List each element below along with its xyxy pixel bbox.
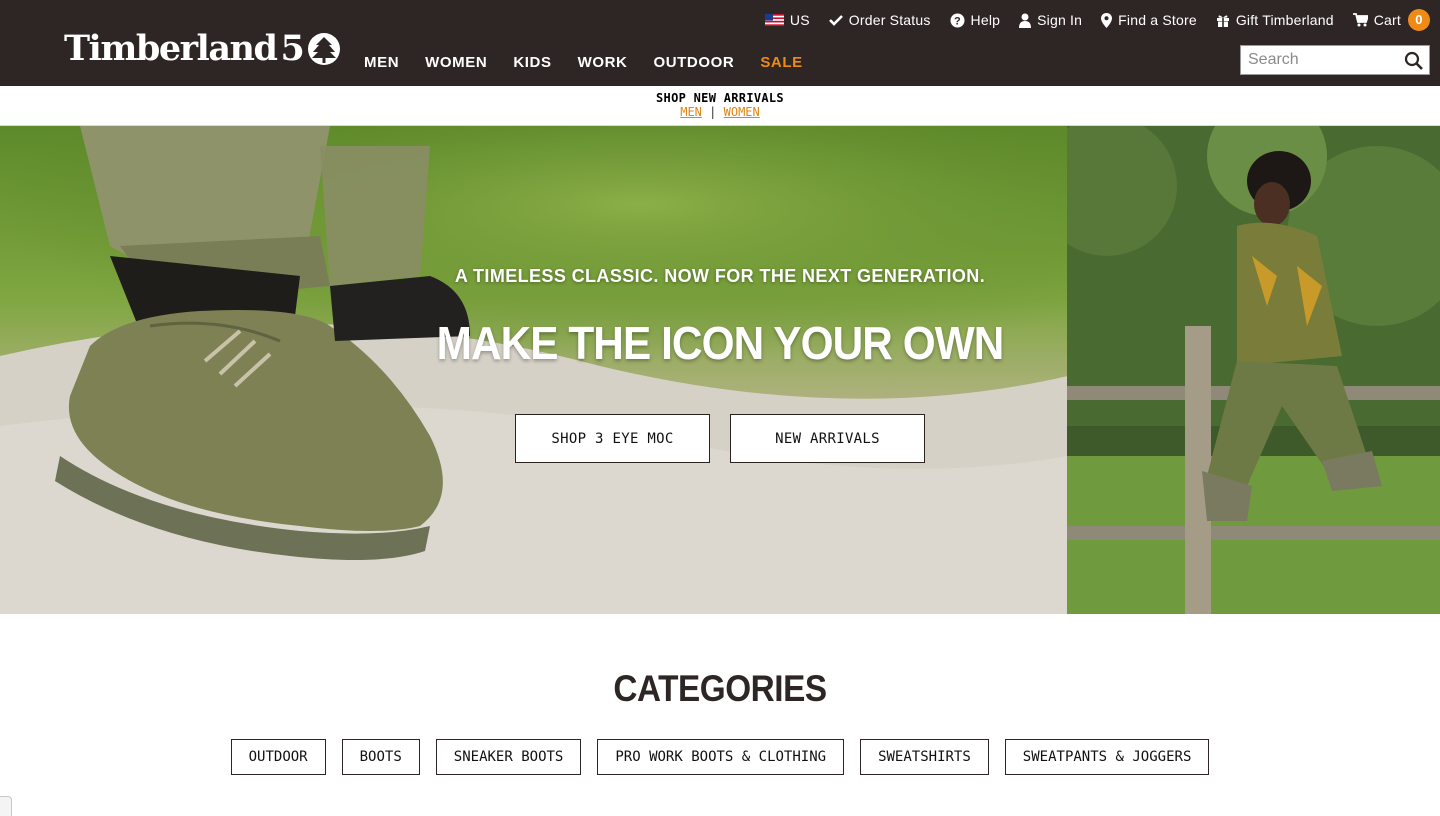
search-box	[1240, 45, 1430, 75]
promo-link-women[interactable]: WOMEN	[724, 105, 760, 119]
category-sneaker-boots-button[interactable]: SNEAKER BOOTS	[435, 739, 582, 775]
gift-icon	[1216, 15, 1229, 27]
checkmark-icon	[828, 15, 843, 26]
find-store-link[interactable]: Find a Store	[1101, 12, 1197, 28]
feedback-tab[interactable]	[0, 796, 12, 816]
promo-links: MEN | WOMEN	[0, 105, 1440, 119]
sign-in-label: Sign In	[1037, 12, 1083, 28]
hero-content: A TIMELESS CLASSIC. NOW FOR THE NEXT GEN…	[0, 126, 1440, 614]
nav-men[interactable]: MEN	[364, 54, 399, 71]
category-outdoor-button[interactable]: OUTDOOR	[230, 739, 326, 775]
nav-work[interactable]: WORK	[578, 54, 628, 71]
country-label: US	[789, 12, 810, 28]
nav-women[interactable]: WOMEN	[425, 54, 487, 71]
hero-banner: A TIMELESS CLASSIC. NOW FOR THE NEXT GEN…	[0, 126, 1440, 614]
cart-label: Cart	[1373, 12, 1401, 28]
timberland-logo[interactable]: Timberland 5	[64, 28, 342, 70]
question-circle-icon: ?	[950, 13, 965, 27]
site-header: Timberland 5 US Order Status ? Help Sign…	[0, 0, 1440, 86]
order-status-label: Order Status	[848, 12, 931, 28]
logo-wordmark: Timberland	[64, 28, 278, 69]
main-nav: MEN WOMEN KIDS WORK OUTDOOR SALE	[364, 54, 829, 71]
help-link[interactable]: ? Help	[950, 12, 1001, 28]
search-icon[interactable]	[1404, 51, 1424, 71]
shop-3-eye-moc-button[interactable]: SHOP 3 EYE MOC	[515, 414, 710, 463]
utility-nav: US Order Status ? Help Sign In Find a St…	[746, 8, 1430, 32]
logo-anniversary-digit: 5	[280, 28, 305, 69]
nav-kids[interactable]: KIDS	[513, 54, 551, 71]
search-input[interactable]	[1241, 47, 1401, 73]
find-store-label: Find a Store	[1118, 12, 1197, 28]
sign-in-link[interactable]: Sign In	[1019, 12, 1082, 28]
promo-link-men[interactable]: MEN	[680, 105, 702, 119]
promo-banner: SHOP NEW ARRIVALS MEN | WOMEN	[0, 86, 1440, 126]
promo-separator: |	[709, 105, 717, 119]
map-pin-icon	[1101, 12, 1113, 28]
cart-link[interactable]: Cart 0	[1352, 9, 1430, 31]
promo-title: SHOP NEW ARRIVALS	[656, 91, 784, 105]
user-icon	[1019, 13, 1032, 28]
hero-headline: MAKE THE ICON YOUR OWN	[436, 317, 1005, 369]
tree-logo-icon	[307, 33, 340, 65]
category-sweatshirts-button[interactable]: SWEATSHIRTS	[860, 739, 989, 775]
category-list: OUTDOOR BOOTS SNEAKER BOOTS PRO WORK BOO…	[0, 739, 1440, 775]
category-pro-work-button[interactable]: PRO WORK BOOTS & CLOTHING	[597, 739, 845, 775]
us-flag-icon	[764, 14, 784, 26]
svg-text:?: ?	[954, 15, 961, 27]
category-boots-button[interactable]: BOOTS	[341, 739, 420, 775]
gift-label: Gift Timberland	[1235, 12, 1334, 28]
category-sweatpants-button[interactable]: SWEATPANTS & JOGGERS	[1004, 739, 1210, 775]
hero-eyebrow: A TIMELESS CLASSIC. NOW FOR THE NEXT GEN…	[454, 266, 986, 286]
help-label: Help	[970, 12, 1001, 28]
nav-sale[interactable]: SALE	[760, 54, 802, 71]
nav-outdoor[interactable]: OUTDOOR	[653, 54, 734, 71]
new-arrivals-button[interactable]: NEW ARRIVALS	[730, 414, 925, 463]
cart-icon	[1352, 13, 1368, 27]
gift-link[interactable]: Gift Timberland	[1216, 12, 1334, 28]
categories-title: CATEGORIES	[613, 668, 827, 709]
order-status-link[interactable]: Order Status	[828, 12, 931, 28]
country-selector[interactable]: US	[764, 12, 810, 28]
cart-count-badge: 0	[1408, 9, 1430, 31]
